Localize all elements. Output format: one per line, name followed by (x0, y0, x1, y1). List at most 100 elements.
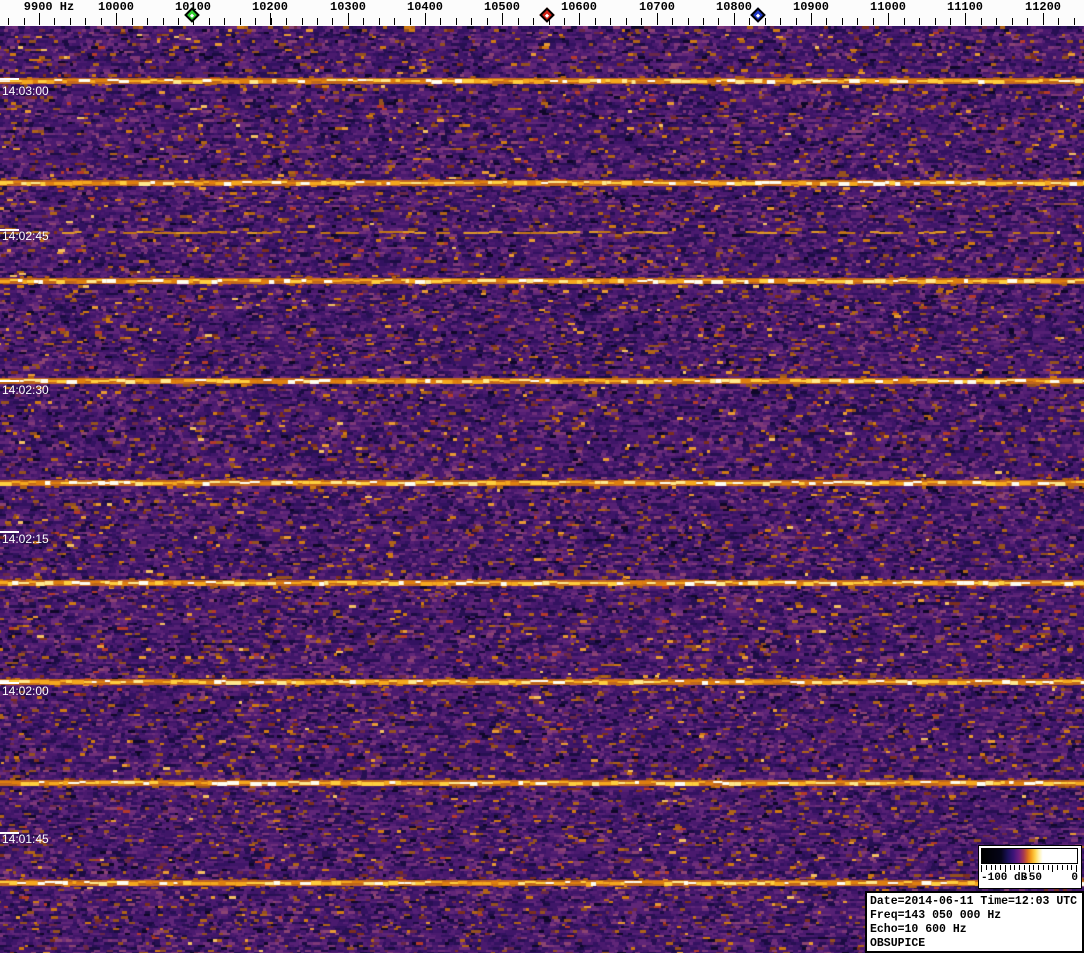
ruler-minor-tick (996, 18, 998, 25)
legend-tick (1047, 865, 1049, 870)
legend-tick (1023, 865, 1025, 870)
time-label: 14:03:00 (2, 84, 49, 98)
ruler-major-tick (811, 13, 812, 25)
ruler-major-tick (348, 13, 349, 25)
ruler-frequency-label: 11200 (1024, 0, 1062, 14)
time-label: 14:02:00 (2, 684, 49, 698)
ruler-minor-tick (54, 18, 56, 25)
color-gradient-bar (981, 848, 1078, 864)
ruler-frequency-label: 10000 (97, 0, 135, 14)
time-label: 14:01:45 (2, 832, 49, 846)
ruler-minor-tick (440, 18, 442, 25)
frequency-ruler[interactable]: 9900 Hz 10000 10100 10200 10300 10400 10500 106… (0, 0, 1084, 26)
legend-tick (1066, 865, 1068, 870)
ruler-major-tick (39, 13, 40, 25)
ruler-minor-tick (378, 18, 380, 25)
ruler-frequency-label: 11000 (869, 0, 907, 14)
ruler-major-tick (270, 13, 271, 25)
ruler-minor-tick (980, 18, 982, 25)
legend-tick (1052, 865, 1054, 872)
ruler-minor-tick (131, 18, 133, 25)
legend-label-max: 0 (1071, 872, 1078, 884)
ruler-minor-tick (718, 18, 720, 25)
ruler-minor-tick (903, 18, 905, 25)
ruler-minor-tick (208, 18, 210, 25)
ruler-minor-tick (517, 18, 519, 25)
ruler-minor-tick (69, 18, 71, 25)
ruler-frequency-label: 9900 Hz (23, 0, 75, 14)
ruler-minor-tick (1011, 18, 1013, 25)
ruler-minor-tick (224, 18, 226, 25)
time-label: 14:02:30 (2, 383, 49, 397)
legend-tick (1076, 865, 1077, 872)
frequency-marker-red-icon[interactable] (539, 7, 555, 23)
legend-tick (1061, 865, 1063, 870)
spectrogram-window: 14:03:00 14:02:45 14:02:30 14:02:15 14:02:00… (0, 0, 1084, 953)
ruler-major-tick (579, 13, 580, 25)
legend-tick (1071, 865, 1073, 870)
ruler-frequency-label: 10600 (560, 0, 598, 14)
ruler-minor-tick (471, 18, 473, 25)
info-line-date: Date=2014-06-11 Time=12:03 UTC (870, 895, 1078, 908)
ruler-minor-tick (316, 18, 318, 25)
legend-tick (1042, 865, 1044, 870)
legend-label-min: -100 dB (981, 872, 1028, 884)
ruler-major-tick (734, 13, 735, 25)
legend-tick (1019, 865, 1020, 870)
ruler-minor-tick (672, 18, 673, 25)
info-line-freq: Freq=143 050 000 Hz (870, 909, 1002, 922)
legend-tick (981, 865, 982, 872)
ruler-major-tick (1043, 13, 1044, 25)
frequency-marker-blue-icon[interactable] (750, 7, 766, 23)
ruler-frequency-label: 10700 (638, 0, 676, 14)
ruler-minor-tick (826, 18, 828, 25)
ruler-minor-tick (533, 18, 535, 25)
legend-label-mid: -50 (1022, 872, 1042, 884)
time-label: 14:02:15 (2, 532, 49, 546)
ruler-minor-tick (486, 18, 488, 25)
ruler-minor-tick (332, 18, 334, 25)
ruler-major-tick (116, 13, 117, 25)
ruler-minor-tick (301, 18, 303, 25)
ruler-major-tick (657, 13, 658, 25)
ruler-frequency-label: 10500 (483, 0, 521, 14)
ruler-minor-tick (780, 18, 782, 25)
ruler-frequency-label: 10400 (406, 0, 444, 14)
legend-tick (1009, 865, 1011, 870)
legend-tick (990, 865, 992, 870)
info-box: Date=2014-06-11 Time=12:03 UTC Freq=143 … (865, 891, 1084, 953)
ruler-minor-tick (1027, 18, 1029, 25)
ruler-minor-tick (1073, 18, 1075, 25)
legend-tick (1038, 865, 1039, 870)
ruler-frequency-label: 10800 (715, 0, 753, 14)
ruler-major-tick (502, 13, 503, 25)
ruler-major-tick (425, 13, 426, 25)
ruler-minor-tick (177, 18, 179, 25)
legend-tick (1033, 865, 1035, 870)
color-scale-legend: -100 dB -50 0 (978, 845, 1082, 889)
legend-tick (1057, 865, 1058, 870)
ruler-minor-tick (919, 18, 921, 25)
ruler-minor-tick (455, 18, 457, 25)
ruler-frequency-label: 10900 (792, 0, 830, 14)
ruler-minor-tick (85, 18, 87, 25)
ruler-minor-tick (563, 18, 565, 25)
ruler-frequency-label: 10300 (329, 0, 367, 14)
legend-tick (985, 865, 987, 870)
ruler-minor-tick (286, 18, 287, 25)
ruler-minor-tick (147, 18, 149, 25)
ruler-minor-tick (687, 18, 689, 25)
ruler-major-tick (888, 13, 889, 25)
ruler-minor-tick (857, 18, 859, 25)
legend-tick (995, 865, 997, 870)
ruler-minor-tick (749, 18, 751, 25)
ruler-minor-tick (239, 18, 241, 25)
ruler-minor-tick (8, 18, 10, 25)
time-label: 14:02:45 (2, 229, 49, 243)
spectrogram-plot (0, 26, 1084, 953)
ruler-minor-tick (594, 18, 596, 25)
ruler-minor-tick (764, 18, 766, 25)
ruler-minor-tick (610, 18, 612, 25)
time-tick (0, 78, 19, 80)
ruler-minor-tick (1058, 18, 1059, 25)
